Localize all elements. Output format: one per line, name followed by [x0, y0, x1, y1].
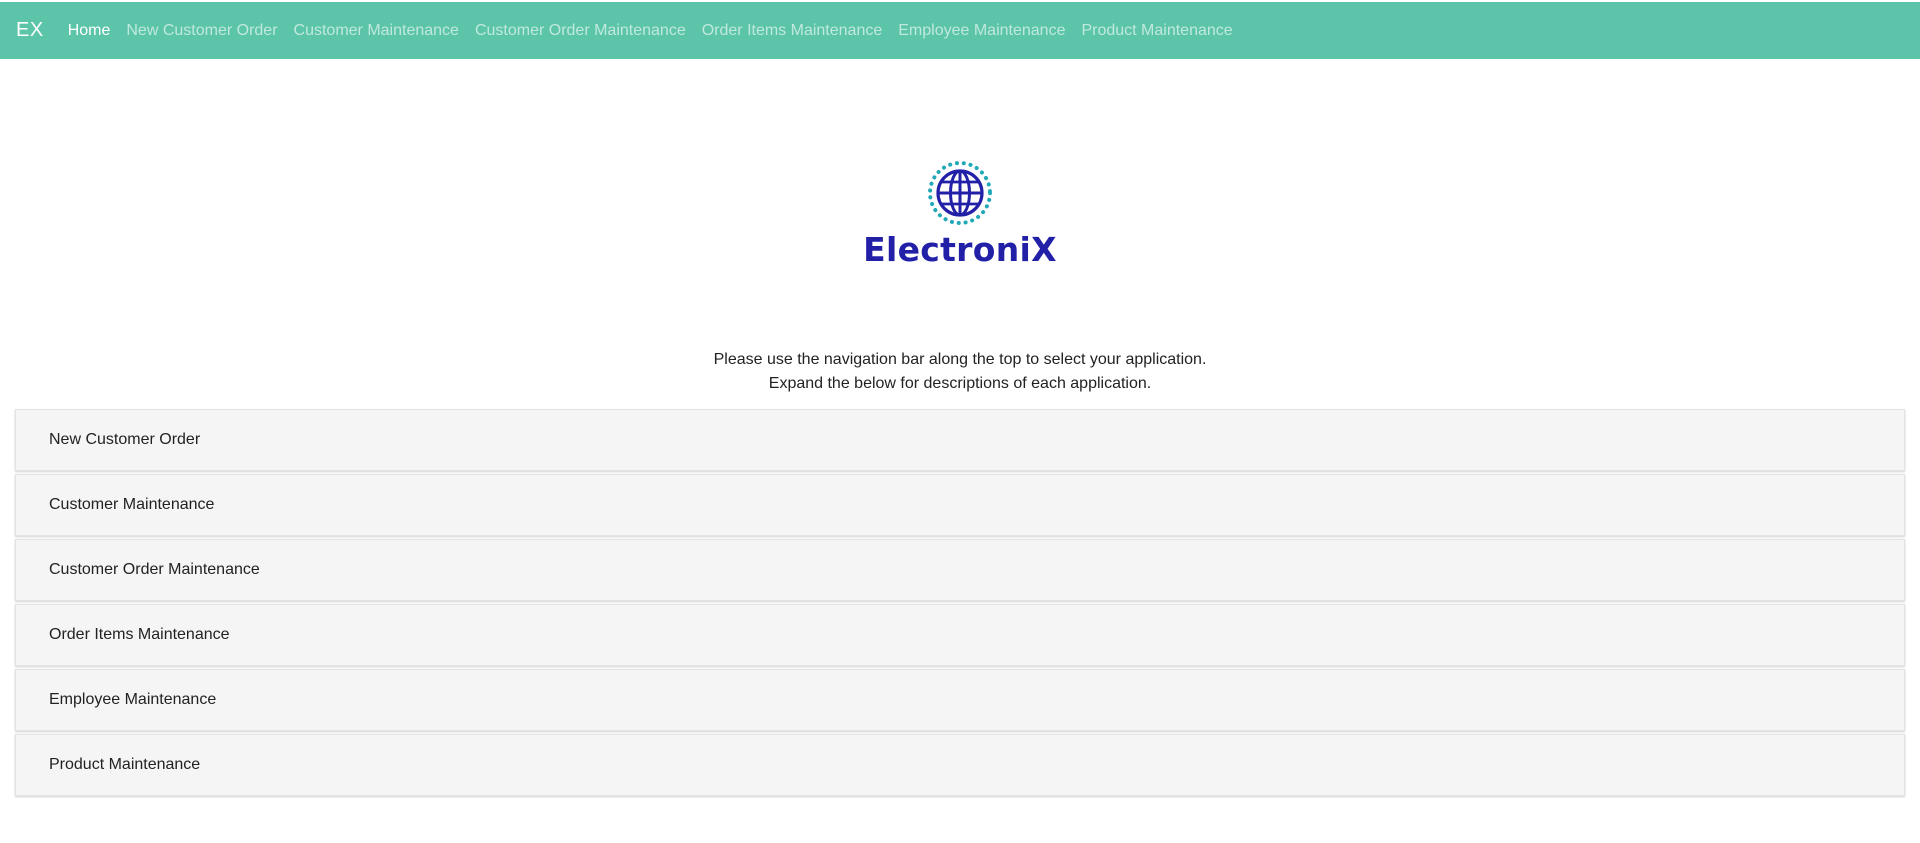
accordion-label: Order Items Maintenance — [49, 626, 230, 643]
nav-link-new-customer-order[interactable]: New Customer Order — [126, 22, 277, 40]
accordion-item-customer-maintenance[interactable]: Customer Maintenance — [15, 474, 1905, 536]
top-navbar: EX Home New Customer Order Customer Main… — [0, 2, 1920, 59]
globe-icon — [928, 161, 992, 225]
accordion-label: Employee Maintenance — [49, 691, 217, 708]
accordion-item-customer-order-maintenance[interactable]: Customer Order Maintenance — [15, 539, 1905, 601]
accordion-item-order-items-maintenance[interactable]: Order Items Maintenance — [15, 604, 1905, 666]
application-accordion: New Customer Order Customer Maintenance … — [15, 409, 1905, 799]
electronix-logo: ElectroniX — [0, 160, 1920, 269]
nav-link-home[interactable]: Home — [68, 22, 111, 40]
nav-link-customer-order-maintenance[interactable]: Customer Order Maintenance — [475, 22, 686, 40]
accordion-label: Customer Maintenance — [49, 496, 215, 513]
instructions-line-2: Expand the below for descriptions of eac… — [768, 375, 1152, 392]
accordion-label: New Customer Order — [49, 431, 201, 448]
logo-wordmark: ElectroniX — [863, 230, 1057, 269]
navbar-brand[interactable]: EX — [16, 19, 44, 42]
accordion-item-new-customer-order[interactable]: New Customer Order — [15, 409, 1905, 471]
accordion-item-product-maintenance[interactable]: Product Maintenance — [15, 734, 1905, 796]
instructions-line-1: Please use the navigation bar along the … — [713, 351, 1207, 368]
nav-link-order-items-maintenance[interactable]: Order Items Maintenance — [702, 22, 883, 40]
nav-link-customer-maintenance[interactable]: Customer Maintenance — [294, 22, 459, 40]
accordion-item-employee-maintenance[interactable]: Employee Maintenance — [15, 669, 1905, 731]
accordion-label: Customer Order Maintenance — [49, 561, 260, 578]
nav-link-product-maintenance[interactable]: Product Maintenance — [1081, 22, 1232, 40]
instructions-text: Please use the navigation bar along the … — [0, 348, 1920, 396]
nav-link-employee-maintenance[interactable]: Employee Maintenance — [898, 22, 1065, 40]
accordion-label: Product Maintenance — [49, 756, 201, 773]
